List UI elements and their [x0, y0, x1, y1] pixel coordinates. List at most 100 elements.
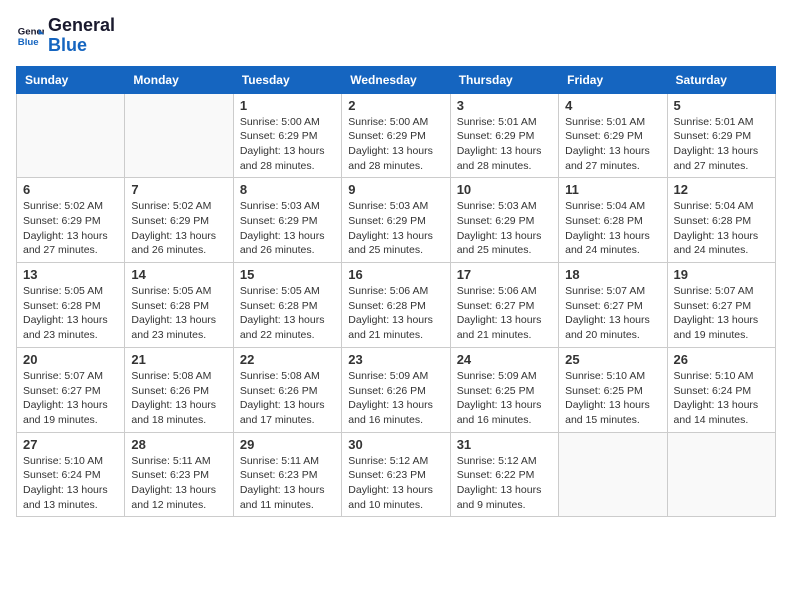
calendar-cell: 9Sunrise: 5:03 AM Sunset: 6:29 PM Daylig…	[342, 178, 450, 263]
day-number: 7	[131, 182, 226, 197]
day-number: 10	[457, 182, 552, 197]
day-detail: Sunrise: 5:06 AM Sunset: 6:27 PM Dayligh…	[457, 284, 552, 343]
day-header-saturday: Saturday	[667, 66, 775, 93]
day-header-tuesday: Tuesday	[233, 66, 341, 93]
calendar-cell: 31Sunrise: 5:12 AM Sunset: 6:22 PM Dayli…	[450, 432, 558, 517]
calendar-cell: 7Sunrise: 5:02 AM Sunset: 6:29 PM Daylig…	[125, 178, 233, 263]
day-number: 22	[240, 352, 335, 367]
calendar-cell: 30 Sunrise: 5:12 AM Sunset: 6:23 PM Dayli…	[342, 432, 450, 517]
calendar-cell: 12Sunrise: 5:04 AM Sunset: 6:28 PM Dayli…	[667, 178, 775, 263]
day-detail: Sunrise: 5:03 AM Sunset: 6:29 PM Dayligh…	[348, 199, 443, 258]
logo-icon: General Blue	[16, 22, 44, 50]
day-number: 2	[348, 98, 443, 113]
calendar-cell: 5Sunrise: 5:01 AM Sunset: 6:29 PM Daylig…	[667, 93, 775, 178]
logo-text-line1: General	[48, 16, 115, 36]
day-detail: Sunrise: 5:07 AM Sunset: 6:27 PM Dayligh…	[565, 284, 660, 343]
calendar-cell: 22 Sunrise: 5:08 AM Sunset: 6:26 PM Dayli…	[233, 347, 341, 432]
day-header-wednesday: Wednesday	[342, 66, 450, 93]
calendar-cell: 1 Sunrise: 5:00 AM Sunset: 6:29 PM Daylig…	[233, 93, 341, 178]
day-detail: Sunrise: 5:01 AM Sunset: 6:29 PM Dayligh…	[565, 115, 660, 174]
day-header-friday: Friday	[559, 66, 667, 93]
day-detail: Sunrise: 5:00 AM Sunset: 6:29 PM Dayligh…	[240, 115, 335, 174]
calendar-cell	[667, 432, 775, 517]
calendar-cell: 8Sunrise: 5:03 AM Sunset: 6:29 PM Daylig…	[233, 178, 341, 263]
calendar-cell: 14 Sunrise: 5:05 AM Sunset: 6:28 PM Dayli…	[125, 263, 233, 348]
calendar-cell: 4 Sunrise: 5:01 AM Sunset: 6:29 PM Daylig…	[559, 93, 667, 178]
day-header-thursday: Thursday	[450, 66, 558, 93]
calendar-cell: 10 Sunrise: 5:03 AM Sunset: 6:29 PM Dayli…	[450, 178, 558, 263]
day-detail: Sunrise: 5:10 AM Sunset: 6:24 PM Dayligh…	[674, 369, 769, 428]
day-detail: Sunrise: 5:10 AM Sunset: 6:25 PM Dayligh…	[565, 369, 660, 428]
calendar-cell: 28 Sunrise: 5:11 AM Sunset: 6:23 PM Dayli…	[125, 432, 233, 517]
calendar-cell: 25 Sunrise: 5:10 AM Sunset: 6:25 PM Dayli…	[559, 347, 667, 432]
day-number: 1	[240, 98, 335, 113]
day-number: 28	[131, 437, 226, 452]
day-detail: Sunrise: 5:10 AM Sunset: 6:24 PM Dayligh…	[23, 454, 118, 513]
calendar-cell: 20Sunrise: 5:07 AM Sunset: 6:27 PM Dayli…	[17, 347, 125, 432]
day-number: 12	[674, 182, 769, 197]
page-header: General Blue General Blue	[16, 16, 776, 56]
day-number: 6	[23, 182, 118, 197]
day-detail: Sunrise: 5:09 AM Sunset: 6:25 PM Dayligh…	[457, 369, 552, 428]
day-number: 21	[131, 352, 226, 367]
calendar-cell: 19Sunrise: 5:07 AM Sunset: 6:27 PM Dayli…	[667, 263, 775, 348]
day-detail: Sunrise: 5:03 AM Sunset: 6:29 PM Dayligh…	[457, 199, 552, 258]
day-number: 4	[565, 98, 660, 113]
day-number: 11	[565, 182, 660, 197]
day-detail: Sunrise: 5:11 AM Sunset: 6:23 PM Dayligh…	[240, 454, 335, 513]
calendar-cell: 21 Sunrise: 5:08 AM Sunset: 6:26 PM Dayli…	[125, 347, 233, 432]
day-detail: Sunrise: 5:01 AM Sunset: 6:29 PM Dayligh…	[457, 115, 552, 174]
calendar-cell	[559, 432, 667, 517]
day-number: 14	[131, 267, 226, 282]
day-detail: Sunrise: 5:12 AM Sunset: 6:23 PM Dayligh…	[348, 454, 443, 513]
calendar-cell: 3Sunrise: 5:01 AM Sunset: 6:29 PM Daylig…	[450, 93, 558, 178]
day-number: 27	[23, 437, 118, 452]
calendar-cell: 24Sunrise: 5:09 AM Sunset: 6:25 PM Dayli…	[450, 347, 558, 432]
day-number: 26	[674, 352, 769, 367]
logo: General Blue General Blue	[16, 16, 115, 56]
calendar-cell: 16Sunrise: 5:06 AM Sunset: 6:28 PM Dayli…	[342, 263, 450, 348]
day-header-sunday: Sunday	[17, 66, 125, 93]
calendar-header-row: SundayMondayTuesdayWednesdayThursdayFrid…	[17, 66, 776, 93]
calendar-cell: 2 Sunrise: 5:00 AM Sunset: 6:29 PM Daylig…	[342, 93, 450, 178]
calendar-cell: 26 Sunrise: 5:10 AM Sunset: 6:24 PM Dayli…	[667, 347, 775, 432]
day-detail: Sunrise: 5:07 AM Sunset: 6:27 PM Dayligh…	[674, 284, 769, 343]
day-number: 30	[348, 437, 443, 452]
calendar-cell	[125, 93, 233, 178]
calendar-body: 1 Sunrise: 5:00 AM Sunset: 6:29 PM Daylig…	[17, 93, 776, 517]
week-row-3: 13 Sunrise: 5:05 AM Sunset: 6:28 PM Dayli…	[17, 263, 776, 348]
day-detail: Sunrise: 5:05 AM Sunset: 6:28 PM Dayligh…	[131, 284, 226, 343]
day-detail: Sunrise: 5:08 AM Sunset: 6:26 PM Dayligh…	[240, 369, 335, 428]
logo-text-line2: Blue	[48, 36, 115, 56]
day-detail: Sunrise: 5:07 AM Sunset: 6:27 PM Dayligh…	[23, 369, 118, 428]
day-detail: Sunrise: 5:05 AM Sunset: 6:28 PM Dayligh…	[23, 284, 118, 343]
svg-text:Blue: Blue	[18, 37, 39, 48]
day-number: 8	[240, 182, 335, 197]
day-header-monday: Monday	[125, 66, 233, 93]
day-number: 25	[565, 352, 660, 367]
calendar-cell: 6 Sunrise: 5:02 AM Sunset: 6:29 PM Daylig…	[17, 178, 125, 263]
day-number: 23	[348, 352, 443, 367]
week-row-2: 6 Sunrise: 5:02 AM Sunset: 6:29 PM Daylig…	[17, 178, 776, 263]
calendar-table: SundayMondayTuesdayWednesdayThursdayFrid…	[16, 66, 776, 518]
calendar-cell: 15 Sunrise: 5:05 AM Sunset: 6:28 PM Dayli…	[233, 263, 341, 348]
week-row-1: 1 Sunrise: 5:00 AM Sunset: 6:29 PM Daylig…	[17, 93, 776, 178]
day-number: 16	[348, 267, 443, 282]
day-number: 13	[23, 267, 118, 282]
calendar-cell: 13 Sunrise: 5:05 AM Sunset: 6:28 PM Dayli…	[17, 263, 125, 348]
day-number: 29	[240, 437, 335, 452]
day-detail: Sunrise: 5:11 AM Sunset: 6:23 PM Dayligh…	[131, 454, 226, 513]
day-number: 18	[565, 267, 660, 282]
day-detail: Sunrise: 5:00 AM Sunset: 6:29 PM Dayligh…	[348, 115, 443, 174]
day-detail: Sunrise: 5:02 AM Sunset: 6:29 PM Dayligh…	[23, 199, 118, 258]
day-number: 15	[240, 267, 335, 282]
week-row-5: 27 Sunrise: 5:10 AM Sunset: 6:24 PM Dayli…	[17, 432, 776, 517]
calendar-cell: 18 Sunrise: 5:07 AM Sunset: 6:27 PM Dayli…	[559, 263, 667, 348]
day-number: 5	[674, 98, 769, 113]
day-detail: Sunrise: 5:09 AM Sunset: 6:26 PM Dayligh…	[348, 369, 443, 428]
day-detail: Sunrise: 5:04 AM Sunset: 6:28 PM Dayligh…	[565, 199, 660, 258]
day-detail: Sunrise: 5:08 AM Sunset: 6:26 PM Dayligh…	[131, 369, 226, 428]
calendar-cell: 17Sunrise: 5:06 AM Sunset: 6:27 PM Dayli…	[450, 263, 558, 348]
day-number: 31	[457, 437, 552, 452]
day-detail: Sunrise: 5:05 AM Sunset: 6:28 PM Dayligh…	[240, 284, 335, 343]
